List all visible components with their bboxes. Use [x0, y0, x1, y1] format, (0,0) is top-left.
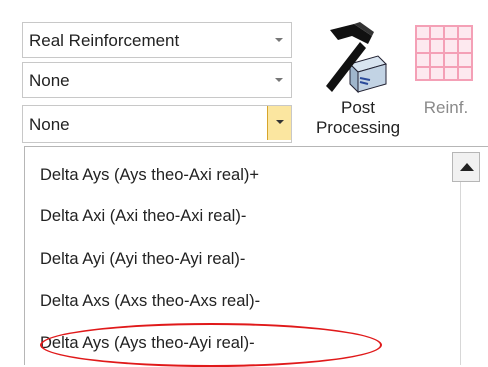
post-processing-button[interactable]: Post Processing	[310, 98, 406, 138]
chevron-down-icon	[275, 38, 283, 42]
list-item[interactable]: Delta Ays (Ays theo-Axi real)+	[40, 166, 259, 185]
arrow-up-icon	[460, 163, 474, 171]
scroll-up-button[interactable]	[452, 152, 480, 182]
post-processing-label-line1: Post	[340, 98, 376, 117]
reinf-button[interactable]: Reinf.	[416, 98, 476, 118]
third-option-combo[interactable]: None	[22, 105, 292, 143]
dropdown-toggle-button[interactable]	[267, 106, 291, 140]
chevron-down-icon	[276, 120, 284, 124]
reinforcement-grid-icon[interactable]	[414, 24, 474, 82]
hammer-icon[interactable]	[308, 22, 388, 94]
scrollbar-track[interactable]	[460, 182, 461, 365]
second-option-combo[interactable]: None	[22, 62, 292, 98]
list-item[interactable]: Delta Axs (Axs theo-Axs real)-	[40, 292, 260, 311]
second-option-value: None	[29, 71, 70, 90]
reinforcement-type-value: Real Reinforcement	[29, 31, 180, 50]
list-item[interactable]: Delta Ayi (Ayi theo-Ayi real)-	[40, 250, 245, 269]
reinforcement-type-combo[interactable]: Real Reinforcement	[22, 22, 292, 58]
third-option-value: None	[29, 115, 70, 134]
chevron-down-icon	[275, 78, 283, 82]
reinf-label: Reinf.	[423, 98, 469, 117]
highlight-circle	[40, 323, 382, 367]
list-item[interactable]: Delta Axi (Axi theo-Axi real)-	[40, 207, 246, 226]
post-processing-label-line2: Processing	[315, 118, 401, 137]
